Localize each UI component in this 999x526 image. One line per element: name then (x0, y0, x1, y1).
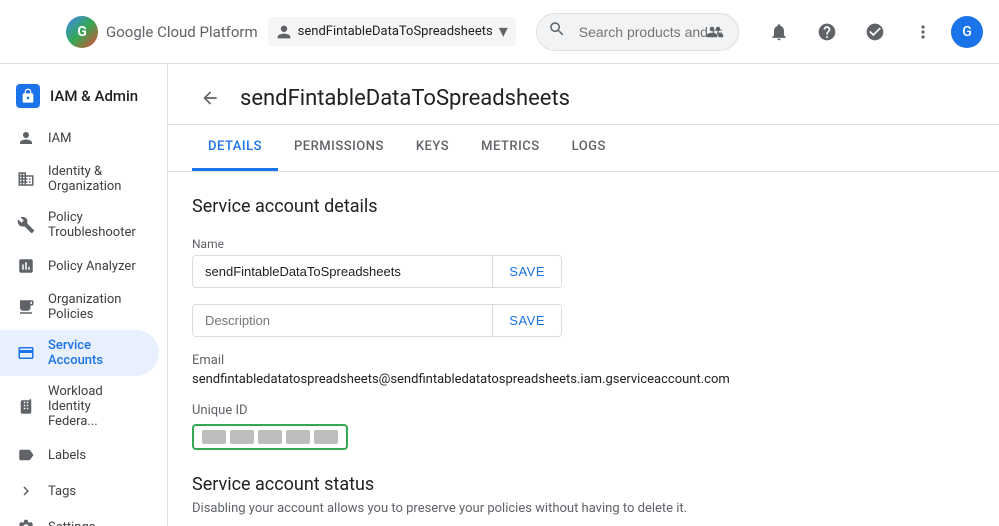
sidebar-header-icon (16, 84, 40, 108)
policy-troubleshooter-icon (16, 215, 36, 235)
tab-keys[interactable]: KEYS (400, 125, 465, 171)
status-section: Service account status Disabling your ac… (192, 474, 975, 526)
uid-block-5 (314, 430, 338, 444)
sidebar-item-labels[interactable]: Labels (0, 437, 159, 473)
search-expand-button[interactable] (695, 12, 735, 52)
gcp-logo-text: Google Cloud Platform (106, 23, 258, 41)
sidebar-item-label: Organization Policies (48, 292, 143, 322)
page-header: sendFintableDataToSpreadsheets (168, 64, 999, 125)
tab-logs[interactable]: LOGS (556, 125, 622, 171)
project-name: sendFintableDataToSpreadsheets (298, 24, 493, 39)
tabs-bar: DETAILS PERMISSIONS KEYS METRICS LOGS (168, 125, 999, 172)
main-content: sendFintableDataToSpreadsheets DETAILS P… (168, 64, 999, 526)
page-title: sendFintableDataToSpreadsheets (240, 86, 570, 111)
topbar: G Google Cloud Platform sendFintableData… (0, 0, 999, 64)
sidebar-item-org-policies[interactable]: Organization Policies (0, 284, 159, 330)
project-dropdown-icon: ▾ (499, 21, 508, 42)
tab-permissions[interactable]: PERMISSIONS (278, 125, 400, 171)
uid-block-3 (258, 430, 282, 444)
tab-metrics[interactable]: METRICS (465, 125, 555, 171)
settings-icon (16, 517, 36, 526)
sidebar-item-label: Identity & Organization (48, 164, 143, 194)
unique-id-box (192, 424, 348, 450)
description-field-group: SAVE (192, 304, 975, 337)
sidebar-item-label: Policy Analyzer (48, 259, 136, 274)
sidebar: IAM & Admin IAM Identity & Organization … (0, 64, 168, 526)
unique-id-label: Unique ID (192, 403, 975, 418)
desc-field-row: SAVE (192, 304, 562, 337)
search-area (536, 13, 739, 51)
name-field-group: Name SAVE (192, 237, 975, 288)
tags-icon (16, 481, 36, 501)
labels-icon (16, 445, 36, 465)
gcp-logo-icon: G (66, 16, 98, 48)
email-label: Email (192, 353, 975, 368)
help-button[interactable] (807, 12, 847, 52)
name-field-row: SAVE (192, 255, 562, 288)
topbar-left: G Google Cloud Platform sendFintableData… (16, 12, 516, 52)
service-accounts-icon (16, 343, 36, 363)
status-desc: Disabling your account allows you to pre… (192, 501, 975, 516)
sidebar-item-settings[interactable]: Settings (0, 509, 159, 526)
content-area: Service account details Name SAVE SAVE E… (168, 172, 999, 526)
identity-org-icon (16, 169, 36, 189)
status-title: Service account status (192, 474, 975, 495)
desc-save-button[interactable]: SAVE (492, 305, 561, 336)
sidebar-item-label: Service Accounts (48, 338, 143, 368)
more-options-button[interactable] (903, 12, 943, 52)
sidebar-item-label: Workload Identity Federa... (48, 384, 143, 429)
sidebar-item-label: Policy Troubleshooter (48, 210, 143, 240)
sidebar-item-workload-identity[interactable]: Workload Identity Federa... (0, 376, 159, 437)
org-policies-icon (16, 297, 36, 317)
sidebar-item-label: Tags (48, 484, 76, 499)
policy-analyzer-icon (16, 256, 36, 276)
name-save-button[interactable]: SAVE (492, 256, 561, 287)
email-value: sendfintabledatatospreadsheets@sendfinta… (192, 372, 975, 387)
user-info-button[interactable] (855, 12, 895, 52)
sidebar-item-label: IAM (48, 131, 71, 146)
sidebar-item-tags[interactable]: Tags (0, 473, 159, 509)
notifications-button[interactable] (759, 12, 799, 52)
iam-icon (16, 128, 36, 148)
sidebar-item-policy-troubleshooter[interactable]: Policy Troubleshooter (0, 202, 159, 248)
sidebar-header: IAM & Admin (0, 72, 167, 120)
workload-identity-icon (16, 397, 36, 417)
project-icon (276, 24, 292, 40)
uid-block-2 (230, 430, 254, 444)
name-label: Name (192, 237, 975, 251)
gcp-logo: G Google Cloud Platform (66, 16, 258, 48)
sidebar-item-label: Labels (48, 448, 86, 463)
email-section: Email sendfintabledatatospreadsheets@sen… (192, 353, 975, 387)
menu-button[interactable] (16, 12, 56, 52)
tab-details[interactable]: DETAILS (192, 125, 278, 171)
topbar-right: G (759, 12, 983, 52)
sidebar-item-iam[interactable]: IAM (0, 120, 159, 156)
sidebar-item-service-accounts[interactable]: Service Accounts (0, 330, 159, 376)
service-account-details-title: Service account details (192, 196, 975, 217)
sidebar-item-policy-analyzer[interactable]: Policy Analyzer (0, 248, 159, 284)
search-icon (548, 20, 566, 43)
sidebar-title: IAM & Admin (50, 87, 138, 105)
sidebar-item-identity-org[interactable]: Identity & Organization (0, 156, 159, 202)
back-button[interactable] (192, 80, 228, 116)
unique-id-section: Unique ID (192, 403, 975, 450)
uid-block-4 (286, 430, 310, 444)
name-input[interactable] (193, 256, 492, 287)
uid-block-1 (202, 430, 226, 444)
sidebar-item-label: Settings (48, 520, 95, 526)
avatar[interactable]: G (951, 16, 983, 48)
layout: IAM & Admin IAM Identity & Organization … (0, 64, 999, 526)
description-input[interactable] (193, 305, 492, 336)
project-selector[interactable]: sendFintableDataToSpreadsheets ▾ (268, 17, 516, 46)
